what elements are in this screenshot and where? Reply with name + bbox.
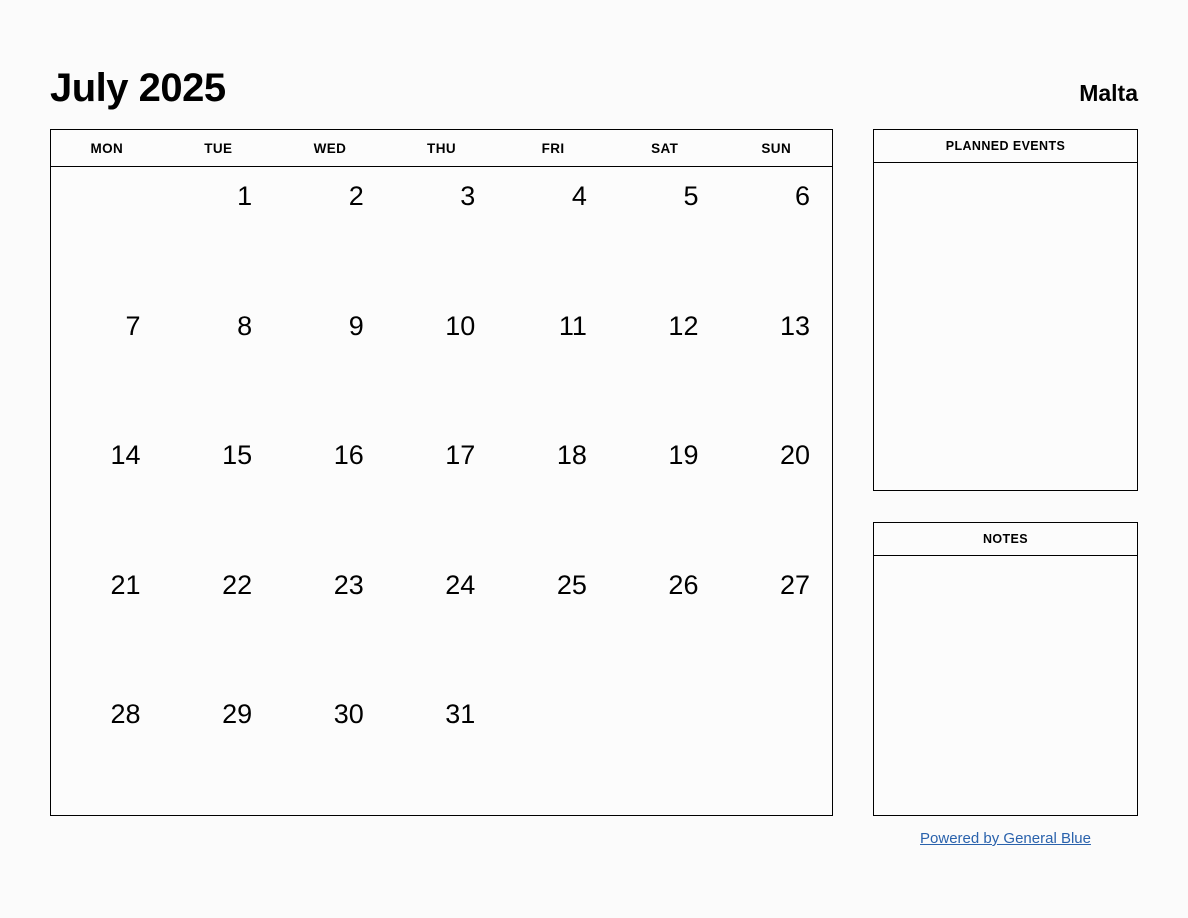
notes-input[interactable] (874, 556, 1137, 815)
day-cell[interactable]: 30 (274, 685, 386, 815)
page-header: July 2025 Malta (50, 52, 1138, 110)
day-cell[interactable]: 4 (497, 167, 609, 297)
day-cell[interactable]: 14 (51, 426, 163, 556)
planned-events-title: PLANNED EVENTS (874, 130, 1137, 163)
weekday-header-sat: SAT (651, 140, 679, 156)
planned-events-input[interactable] (874, 163, 1137, 490)
calendar-week-row: 7 8 9 10 11 12 13 (51, 297, 832, 427)
day-cell[interactable] (497, 685, 609, 815)
day-cell[interactable]: 19 (609, 426, 721, 556)
weekday-header-wed: WED (313, 140, 347, 156)
day-cell[interactable]: 15 (163, 426, 275, 556)
notes-panel: NOTES (873, 522, 1138, 816)
day-cell[interactable]: 16 (274, 426, 386, 556)
day-cell[interactable] (609, 685, 721, 815)
weekday-header-row: MON TUE WED THU FRI SAT SUN (51, 130, 832, 167)
calendar-page: July 2025 Malta MON TUE WED THU FRI SAT … (0, 0, 1188, 918)
day-cell[interactable]: 22 (163, 556, 275, 686)
powered-by-link[interactable]: Powered by General Blue (920, 830, 1091, 847)
weekday-header-mon: MON (90, 140, 124, 156)
day-cell[interactable]: 21 (51, 556, 163, 686)
day-cell[interactable]: 20 (720, 426, 832, 556)
notes-title: NOTES (874, 523, 1137, 556)
day-cell[interactable]: 18 (497, 426, 609, 556)
calendar-week-row: 14 15 16 17 18 19 20 (51, 426, 832, 556)
day-cell[interactable]: 9 (274, 297, 386, 427)
planned-events-panel: PLANNED EVENTS (873, 129, 1138, 491)
day-cell[interactable]: 23 (274, 556, 386, 686)
day-cell[interactable]: 2 (274, 167, 386, 297)
day-cell[interactable] (51, 167, 163, 297)
weekday-header-thu: THU (427, 140, 456, 156)
calendar-week-row: 21 22 23 24 25 26 27 (51, 556, 832, 686)
day-cell[interactable]: 12 (609, 297, 721, 427)
day-cell[interactable]: 29 (163, 685, 275, 815)
weekday-header-sun: SUN (761, 140, 792, 156)
page-footer: Powered by General Blue (873, 830, 1138, 848)
calendar-week-row: 28 29 30 31 (51, 685, 832, 815)
page-title: July 2025 (50, 66, 226, 110)
day-cell[interactable]: 13 (720, 297, 832, 427)
day-cell[interactable]: 5 (609, 167, 721, 297)
day-cell[interactable]: 1 (163, 167, 275, 297)
day-cell[interactable]: 8 (163, 297, 275, 427)
day-cell[interactable]: 31 (386, 685, 498, 815)
day-cell[interactable]: 6 (720, 167, 832, 297)
day-cell[interactable]: 26 (609, 556, 721, 686)
day-cell[interactable]: 25 (497, 556, 609, 686)
day-cell[interactable]: 17 (386, 426, 498, 556)
day-cell[interactable]: 24 (386, 556, 498, 686)
day-cell[interactable]: 27 (720, 556, 832, 686)
calendar-week-row: 1 2 3 4 5 6 (51, 167, 832, 297)
day-cell[interactable]: 10 (386, 297, 498, 427)
calendar-weeks: 1 2 3 4 5 6 7 8 9 10 11 12 13 14 15 16 1… (51, 167, 832, 815)
day-cell[interactable]: 3 (386, 167, 498, 297)
day-cell[interactable]: 7 (51, 297, 163, 427)
day-cell[interactable]: 11 (497, 297, 609, 427)
day-cell[interactable] (720, 685, 832, 815)
day-cell[interactable]: 28 (51, 685, 163, 815)
weekday-header-tue: TUE (204, 140, 233, 156)
locale-label: Malta (1079, 80, 1138, 106)
calendar-grid: MON TUE WED THU FRI SAT SUN 1 2 3 4 5 6 … (50, 129, 833, 816)
weekday-header-fri: FRI (541, 140, 565, 156)
